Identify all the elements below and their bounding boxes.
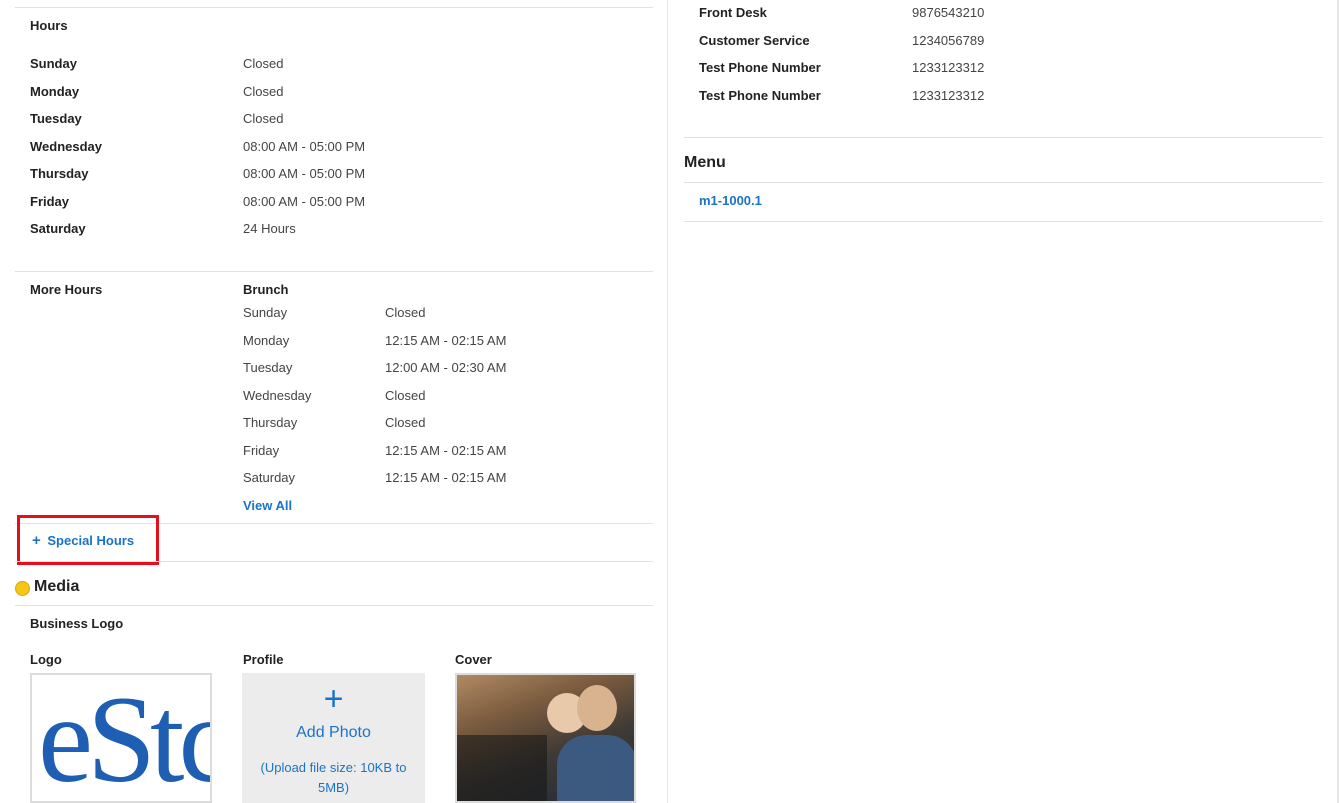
brunch-value-tuesday: 12:00 AM - 02:30 AM bbox=[385, 360, 507, 375]
logo-label: Logo bbox=[30, 652, 62, 667]
divider bbox=[15, 271, 653, 272]
hours-day-wednesday: Wednesday bbox=[30, 139, 103, 154]
logo-wordmark: eStc bbox=[38, 673, 212, 803]
right-panel: Front Desk 9876543210 Customer Service 1… bbox=[669, 0, 1337, 803]
brunch-day-saturday: Saturday bbox=[243, 470, 296, 485]
phone-value-test-1: 1233123312 bbox=[912, 60, 985, 75]
hours-day-thursday: Thursday bbox=[30, 166, 89, 181]
profile-label: Profile bbox=[243, 652, 284, 667]
add-special-hours-button[interactable]: + Special Hours bbox=[32, 533, 134, 549]
hours-value-friday: 08:00 AM - 05:00 PM bbox=[243, 194, 366, 209]
hours-value-wednesday: 08:00 AM - 05:00 PM bbox=[243, 139, 366, 154]
phone-value-test-2: 1233123312 bbox=[912, 88, 985, 103]
more-hours-title: More Hours bbox=[30, 282, 103, 297]
hours-day-sunday: Sunday bbox=[30, 56, 77, 71]
brunch-day-friday: Friday bbox=[243, 443, 280, 458]
brunch-day-tuesday: Tuesday bbox=[243, 360, 293, 375]
divider bbox=[684, 221, 1323, 222]
menu-title: Menu bbox=[684, 154, 726, 171]
divider bbox=[15, 605, 653, 606]
brunch-value-wednesday: Closed bbox=[385, 388, 426, 403]
hours-value-saturday: 24 Hours bbox=[243, 221, 296, 236]
hours-value-thursday: 08:00 AM - 05:00 PM bbox=[243, 166, 366, 181]
cover-person-2 bbox=[577, 685, 617, 731]
add-profile-photo-button[interactable]: + Add Photo (Upload file size: 10KB to 5… bbox=[242, 673, 425, 803]
brunch-value-saturday: 12:15 AM - 02:15 AM bbox=[385, 470, 507, 485]
phone-label-test-2: Test Phone Number bbox=[699, 88, 821, 103]
hours-title: Hours bbox=[30, 18, 68, 33]
plus-icon: + bbox=[32, 532, 41, 549]
menu-item-link[interactable]: m1-1000.1 bbox=[699, 193, 762, 209]
upload-size-note: (Upload file size: 10KB to 5MB) bbox=[260, 760, 407, 795]
business-logo-heading: Business Logo bbox=[30, 616, 124, 631]
special-hours-label: Special Hours bbox=[47, 533, 135, 548]
brunch-day-monday: Monday bbox=[243, 333, 290, 348]
brunch-value-thursday: Closed bbox=[385, 415, 426, 430]
hours-value-sunday: Closed bbox=[243, 56, 284, 71]
divider bbox=[684, 182, 1323, 183]
hours-value-monday: Closed bbox=[243, 84, 284, 99]
cover-label: Cover bbox=[455, 652, 492, 667]
phone-label-front-desk: Front Desk bbox=[699, 5, 767, 20]
phone-label-test-1: Test Phone Number bbox=[699, 60, 821, 75]
cover-person-shirt bbox=[557, 735, 634, 801]
view-all-link[interactable]: View All bbox=[243, 498, 292, 514]
plus-icon: + bbox=[323, 680, 344, 718]
brunch-day-thursday: Thursday bbox=[243, 415, 298, 430]
phone-value-front-desk: 9876543210 bbox=[912, 5, 985, 20]
left-panel: Hours Sunday Closed Monday Closed Tuesda… bbox=[0, 0, 668, 803]
divider bbox=[15, 561, 653, 562]
brunch-day-wednesday: Wednesday bbox=[243, 388, 312, 403]
brunch-value-sunday: Closed bbox=[385, 305, 426, 320]
phone-label-customer-service: Customer Service bbox=[699, 33, 810, 48]
media-title: Media bbox=[34, 578, 80, 595]
phone-value-customer-service: 1234056789 bbox=[912, 33, 985, 48]
cover-image[interactable] bbox=[455, 673, 636, 803]
cover-shadow bbox=[457, 735, 547, 801]
more-hours-group-brunch: Brunch bbox=[243, 282, 289, 297]
divider bbox=[15, 7, 653, 8]
brunch-day-sunday: Sunday bbox=[243, 305, 288, 320]
divider bbox=[684, 137, 1323, 138]
hours-day-saturday: Saturday bbox=[30, 221, 86, 236]
hours-value-tuesday: Closed bbox=[243, 111, 284, 126]
hours-day-friday: Friday bbox=[30, 194, 70, 209]
hours-day-monday: Monday bbox=[30, 84, 80, 99]
hours-day-tuesday: Tuesday bbox=[30, 111, 82, 126]
brunch-value-friday: 12:15 AM - 02:15 AM bbox=[385, 443, 507, 458]
logo-image[interactable]: eStc bbox=[30, 673, 212, 803]
brunch-value-monday: 12:15 AM - 02:15 AM bbox=[385, 333, 507, 348]
status-dot-icon bbox=[15, 581, 30, 596]
add-photo-label: Add Photo bbox=[296, 724, 371, 741]
